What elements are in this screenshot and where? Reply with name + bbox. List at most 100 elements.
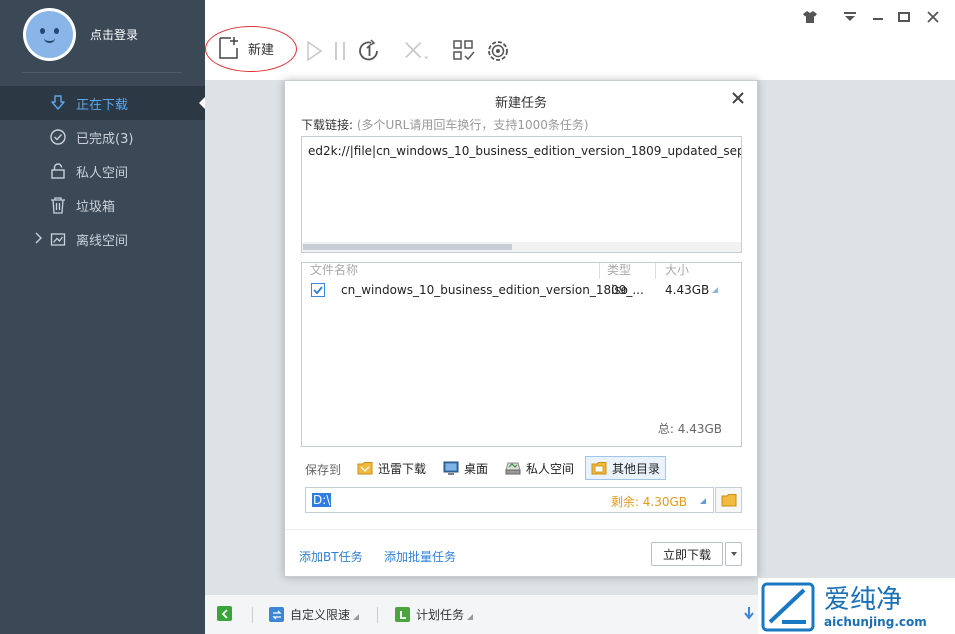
file-name: cn_windows_10_business_edition_version_1… [341,283,644,297]
sidebar-nav: 正在下载 已完成(3) 私人空间 垃圾箱 离线空间 [0,86,205,256]
new-task-button[interactable]: 新建 [218,36,274,60]
watermark: 爱纯净 aichunjing.com [758,578,955,634]
column-separator [655,263,656,279]
arrow-left-icon [217,606,232,621]
free-space: 剩余: 4.30GB [610,495,687,509]
scrollbar-thumb[interactable] [303,244,512,250]
download-now-button[interactable]: 立即下载 [651,542,723,566]
save-option-xunlei[interactable]: 迅雷下载 [352,456,431,480]
delete-button[interactable] [403,38,429,64]
new-task-dialog: 新建任务 下载链接: (多个URL请用回车换行，支持1000条任务) ed2k:… [284,80,758,577]
save-option-label: 其他目录 [612,461,661,476]
path-dropdown-icon[interactable] [700,498,706,504]
sidebar-item-completed[interactable]: 已完成(3) [0,120,205,154]
new-task-label: 新建 [248,42,275,58]
sidebar-item-trash[interactable]: 垃圾箱 [0,188,205,222]
status-separator [377,607,378,623]
watermark-brand: 爱纯净 [824,585,902,615]
lock-icon [48,161,68,181]
menu-button[interactable] [841,8,859,26]
chevron-down-icon [730,552,737,556]
download-indicator[interactable] [743,606,755,620]
dialog-divider [285,529,757,530]
save-path-input[interactable]: D:\ 剩余: 4.30GB [305,487,714,513]
total-size: 总: 4.43GB [657,422,722,436]
save-location-row: 保存到 迅雷下载 桌面 私人空间 其他目录 [301,456,742,480]
speed-limit-button[interactable]: 自定义限速 [269,606,360,623]
save-option-other[interactable]: 其他目录 [585,456,667,480]
new-file-icon [219,37,238,59]
file-table: 文件名称 类型 大小 cn_windows_10_business_editio… [301,262,742,447]
avatar[interactable] [23,8,76,61]
schedule-button[interactable]: 计划任务 [395,606,474,623]
close-icon [732,92,744,104]
table-row[interactable]: cn_windows_10_business_edition_version_1… [302,280,741,302]
settings-button[interactable] [485,38,511,64]
save-option-private[interactable]: 私人空间 [500,456,579,480]
sidebar-item-downloading[interactable]: 正在下载 [0,86,205,120]
column-header-size: 大小 [665,263,690,277]
save-path-value: D:\ [312,493,332,507]
chevron-right-icon[interactable] [33,231,43,245]
pause-button[interactable] [327,38,353,64]
browse-folder-button[interactable] [715,487,742,513]
priority-one-icon [359,39,378,61]
column-header-name: 文件名称 [310,263,359,277]
checkmark-icon [313,286,323,295]
file-size: 4.43GB [665,283,710,297]
download-options-dropdown[interactable] [725,542,742,566]
grid-check-icon [453,40,475,61]
folder-icon [721,494,736,507]
sidebar-item-label: 正在下载 [76,97,129,113]
gear-target-icon [488,41,508,61]
sidebar-divider [22,72,182,73]
minimize-icon [873,18,883,20]
url-label-text: 下载链接: [301,118,354,132]
dropdown-triangle-icon[interactable] [711,286,719,294]
url-hint: (多个URL请用回车换行，支持1000条任务) [356,118,589,132]
sidebar: 点击登录 正在下载 已完成(3) 私人空间 垃圾箱 离线空间 [0,0,205,634]
url-label: 下载链接: (多个URL请用回车换行，支持1000条任务) [301,116,589,133]
pause-icon [335,42,345,60]
avatar-face-icon [26,11,73,58]
status-separator [252,607,253,623]
start-button[interactable] [301,38,327,64]
maximize-icon [898,12,910,22]
url-textarea[interactable]: ed2k://|file|cn_windows_10_business_edit… [301,136,742,253]
sidebar-item-label: 私人空间 [76,165,129,181]
folder-icon [357,462,373,475]
schedule-label: 计划任务 [416,608,465,622]
file-checkbox[interactable] [311,283,325,297]
sidebar-item-offline-space[interactable]: 离线空间 [0,222,205,256]
save-option-desktop[interactable]: 桌面 [438,456,493,480]
brand-logo-icon: 爱纯净 aichunjing.com [761,582,927,632]
select-button[interactable] [451,38,477,64]
close-button[interactable] [924,8,942,26]
collapse-sidebar-button[interactable] [217,606,238,621]
check-circle-icon [48,127,68,147]
sidebar-item-private-space[interactable]: 私人空间 [0,154,205,188]
watermark-url: aichunjing.com [824,615,927,629]
priority-download-button[interactable] [356,38,382,64]
tshirt-icon [803,11,817,23]
schedule-l-icon [395,607,410,622]
maximize-button[interactable] [895,8,913,26]
url-value: ed2k://|file|cn_windows_10_business_edit… [308,144,742,158]
add-batch-task-link[interactable]: 添加批量任务 [384,548,456,565]
save-option-label: 桌面 [464,461,489,476]
skin-button[interactable] [801,8,819,26]
login-link[interactable]: 点击登录 [90,26,138,43]
drive-icon [505,462,521,475]
speed-limit-label: 自定义限速 [290,608,351,622]
add-bt-task-link[interactable]: 添加BT任务 [299,548,363,565]
folder-icon [591,462,607,475]
dialog-close-button[interactable] [731,91,745,105]
sidebar-item-label: 已完成(3) [76,131,134,147]
toolbar: 新建 [205,0,955,80]
dropdown-triangle-icon [353,613,360,620]
cloud-icon [48,229,68,249]
speed-arrows-icon [269,607,284,622]
minimize-button[interactable] [869,8,887,26]
desktop-icon [443,461,459,475]
horizontal-scrollbar[interactable] [302,242,741,252]
